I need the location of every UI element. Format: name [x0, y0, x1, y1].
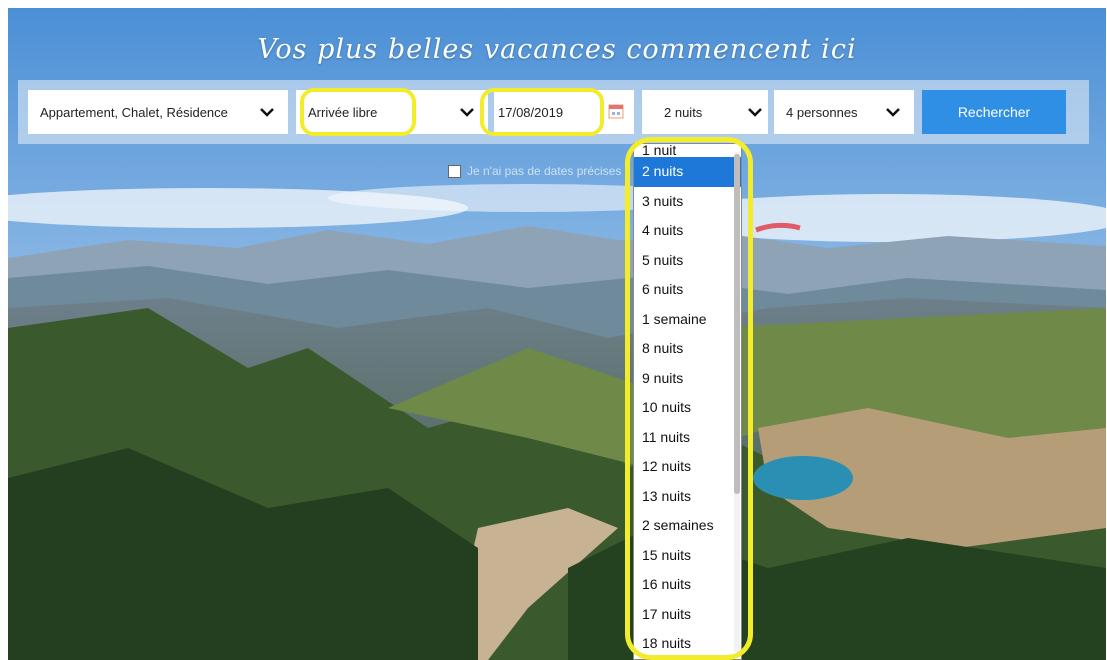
hero-title: Vos plus belles vacances commencent ici [257, 34, 857, 65]
hero-background: Vos plus belles vacances commencent ici … [8, 8, 1106, 660]
dropdown-highlight [625, 137, 753, 660]
accommodation-type-select[interactable]: Appartement, Chalet, Résidence [28, 90, 288, 134]
chevron-down-icon [748, 108, 762, 117]
no-dates-option[interactable]: Je n'ai pas de dates précises [448, 164, 621, 178]
date-highlight [480, 88, 604, 136]
nights-label: 2 nuits [664, 104, 703, 120]
nights-select[interactable]: 2 nuits [642, 90, 768, 134]
chevron-down-icon [260, 108, 274, 117]
no-dates-checkbox[interactable] [448, 164, 461, 178]
persons-label: 4 personnes [786, 104, 858, 120]
persons-select[interactable]: 4 personnes [774, 90, 914, 134]
arrival-highlight [300, 88, 416, 136]
no-dates-label: Je n'ai pas de dates précises [467, 164, 622, 178]
search-bar: Appartement, Chalet, Résidence Arrivée l… [18, 80, 1089, 144]
chevron-down-icon [460, 108, 474, 117]
search-button[interactable]: Rechercher [922, 90, 1066, 134]
chevron-down-icon [886, 108, 900, 117]
calendar-icon[interactable] [608, 103, 624, 119]
accommodation-type-label: Appartement, Chalet, Résidence [40, 104, 228, 120]
